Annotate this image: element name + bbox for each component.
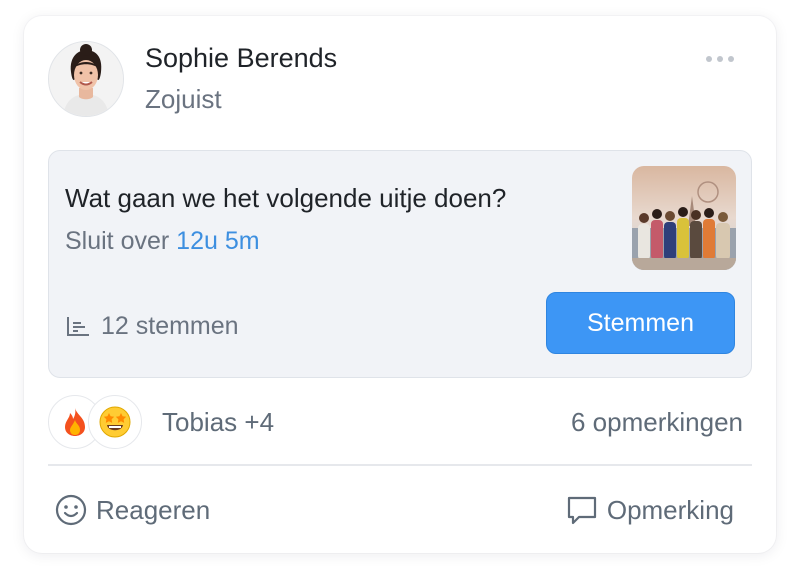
- group-photo: [632, 166, 736, 270]
- dot: [717, 56, 723, 62]
- poll-question: Wat gaan we het volgende uitje doen?: [65, 183, 507, 213]
- avatar-image: [49, 42, 123, 116]
- fire-icon: [65, 408, 85, 436]
- comment-button[interactable]: Opmerking: [565, 492, 734, 528]
- avatar[interactable]: [48, 41, 124, 117]
- star-struck-reaction: [88, 395, 142, 449]
- dot: [728, 56, 734, 62]
- comments-count[interactable]: 6 opmerkingen: [571, 407, 743, 438]
- reaction-stack[interactable]: [48, 395, 144, 449]
- post-timestamp: Zojuist: [145, 84, 222, 114]
- vote-button[interactable]: Stemmen: [546, 292, 735, 354]
- closes-prefix: Sluit over: [65, 227, 170, 255]
- more-horizontal-icon: [706, 56, 712, 62]
- react-label: Reageren: [96, 494, 211, 525]
- poll-closing-time: Sluit over 12u 5m: [65, 227, 260, 256]
- comment-icon: [567, 496, 596, 525]
- poll-box: Wat gaan we het volgende uitje doen? Slu…: [48, 150, 752, 378]
- bar-chart-icon: [67, 317, 89, 336]
- poll-image: [632, 166, 736, 270]
- author-name[interactable]: Sophie Berends: [145, 43, 337, 74]
- comment-label: Opmerking: [606, 494, 734, 525]
- vote-count: 12 stemmen: [65, 311, 239, 341]
- reactors-summary[interactable]: Tobias +4: [162, 407, 274, 438]
- more-options-button[interactable]: [704, 52, 736, 66]
- divider: [48, 464, 752, 466]
- star-struck-icon: [99, 406, 131, 438]
- react-button[interactable]: Reageren: [54, 492, 210, 528]
- smiley-icon: [55, 494, 87, 526]
- vote-count-label: 12 stemmen: [101, 311, 239, 340]
- closes-time: 12u 5m: [176, 227, 260, 255]
- post-card: Sophie Berends Zojuist Wat gaan we het v…: [24, 16, 776, 553]
